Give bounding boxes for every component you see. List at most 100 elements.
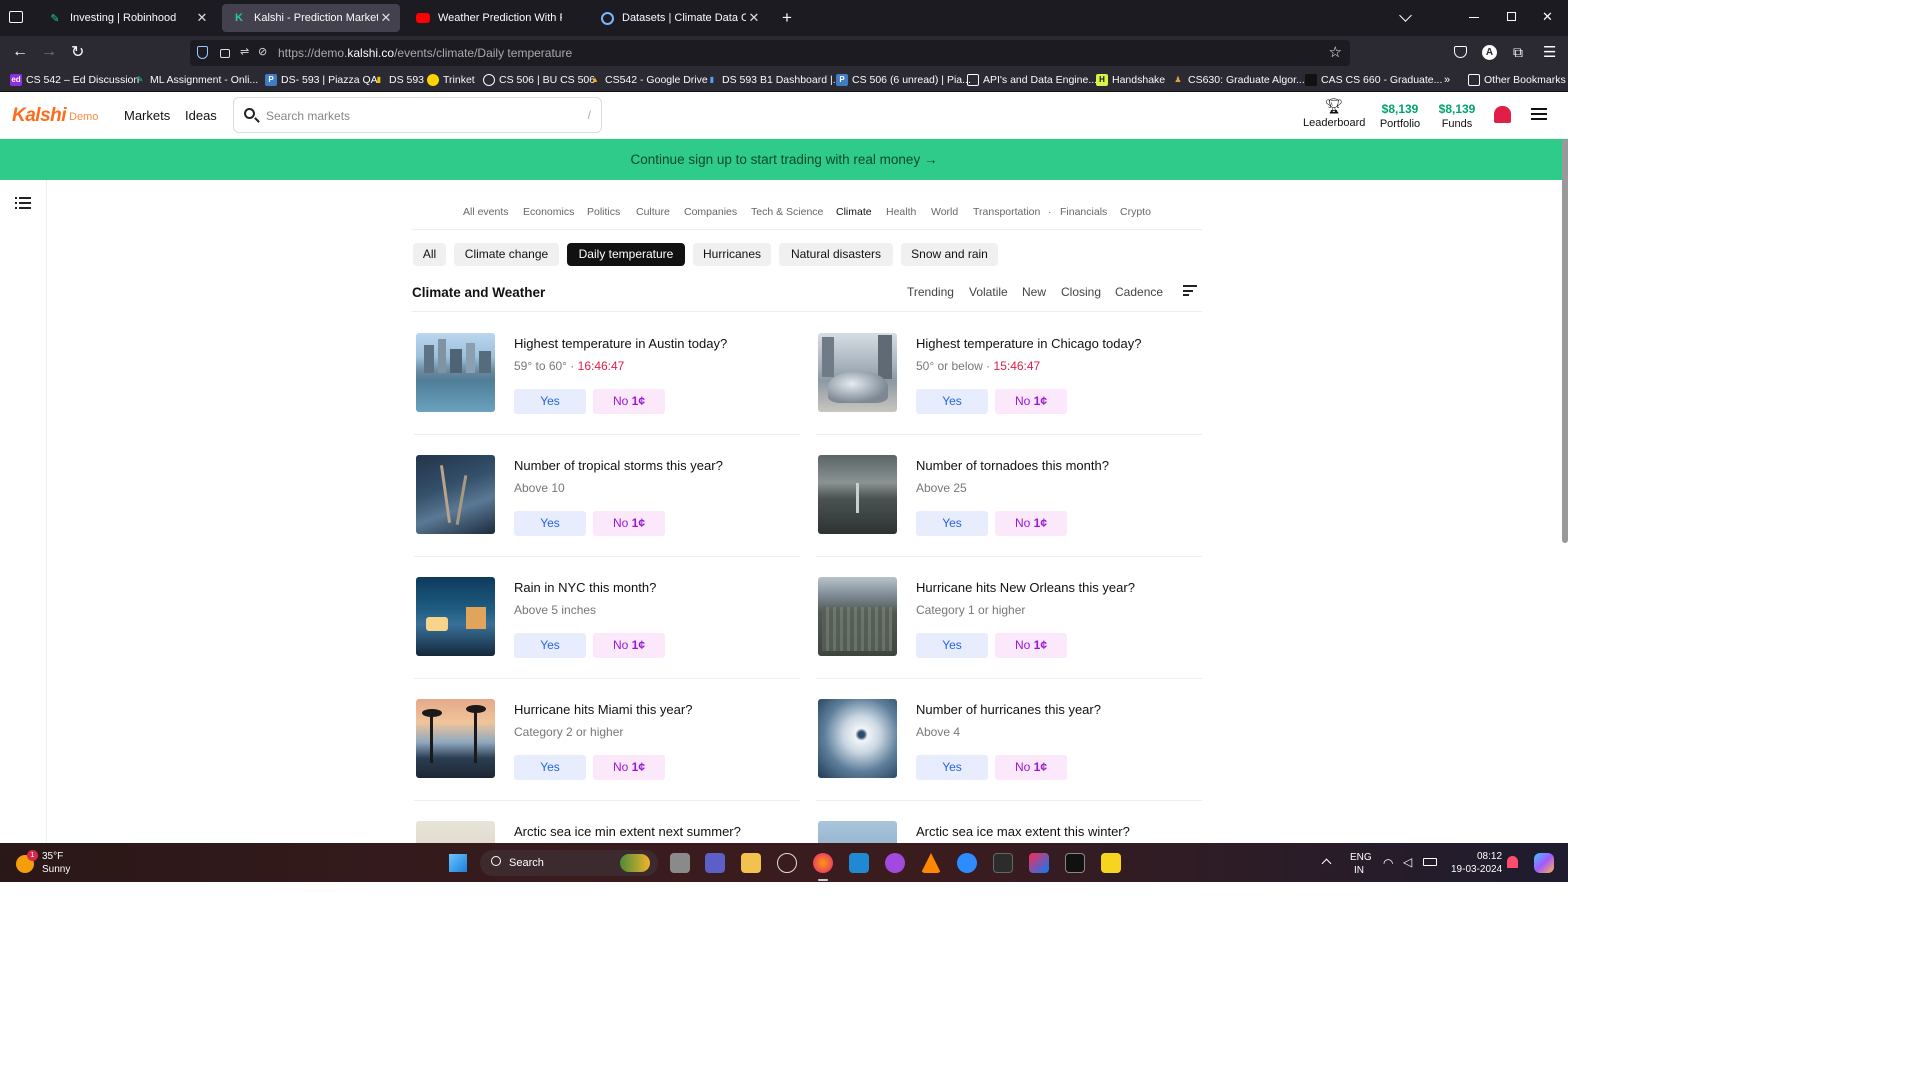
subcategory-daily-temperature[interactable]: Daily temperature [567,243,685,266]
category-politics[interactable]: Politics [587,206,620,218]
subcategory-snow-and-rain[interactable]: Snow and rain [901,243,998,266]
dell-icon[interactable] [777,853,797,873]
market-title[interactable]: Highest temperature in Austin today? [514,336,727,351]
subcategory-all[interactable]: All [413,243,446,266]
yes-button[interactable]: Yes [916,389,988,414]
no-button[interactable]: No 1¢ [995,755,1067,780]
market-card[interactable]: Hurricane hits New Orleans this year? Ca… [816,577,1203,681]
market-title[interactable]: Hurricane hits New Orleans this year? [916,580,1135,595]
more-bookmarks-chevron-icon[interactable]: » [1444,74,1450,86]
sort-new[interactable]: New [1022,285,1046,299]
battery-icon[interactable] [1423,858,1437,866]
market-card[interactable]: Hurricane hits Miami this year? Category… [414,699,801,803]
sort-closing[interactable]: Closing [1061,285,1101,299]
back-arrow-icon[interactable]: ← [12,43,28,61]
show-hidden-icons-chevron-icon[interactable] [1321,858,1332,869]
yes-button[interactable]: Yes [514,511,586,536]
no-button[interactable]: No 1¢ [995,389,1067,414]
copilot-icon[interactable] [885,853,905,873]
tab-climate-data[interactable]: Datasets | Climate Data Online | ✕ [590,4,768,32]
leaderboard-link[interactable]: 🏆︎ Leaderboard [1303,99,1365,130]
address-bar[interactable]: ⇌ ⊘ https://demo.kalshi.co/events/climat… [190,40,1350,66]
category-crypto[interactable]: Crypto [1120,206,1151,218]
market-title[interactable]: Hurricane hits Miami this year? [514,702,692,717]
category-economics[interactable]: Economics [523,206,574,218]
no-button[interactable]: No 1¢ [593,755,665,780]
no-button[interactable]: No 1¢ [593,633,665,658]
bookmark-item[interactable]: ✎ ML Assignment - Onli... [134,74,259,86]
volume-icon[interactable]: ◁ [1403,855,1412,869]
minimize-window-icon[interactable] [1469,17,1479,18]
vlc-icon[interactable] [921,853,941,873]
task-view-icon[interactable] [670,853,690,873]
sort-cadence[interactable]: Cadence [1115,285,1163,299]
subcategory-hurricanes[interactable]: Hurricanes [693,243,771,266]
copilot-tray-icon[interactable] [1534,853,1554,873]
extensions-icon[interactable]: ⧉ [1513,44,1523,61]
clock-time[interactable]: 08:12 [1477,851,1502,862]
close-tab-icon[interactable]: ✕ [194,10,210,26]
reload-icon[interactable]: ↻ [71,42,84,62]
yes-button[interactable]: Yes [514,633,586,658]
sort-volatile[interactable]: Volatile [969,285,1008,299]
permissions-icon[interactable]: ⇌ [240,45,249,58]
lock-icon[interactable] [220,49,230,58]
bookmark-item[interactable]: ▲ CS542 - Google Drive [589,74,708,86]
sort-filter-icon[interactable] [1183,285,1197,296]
pocket-icon[interactable] [1454,46,1467,58]
bookmark-item[interactable]: Trinket [427,74,475,86]
other-bookmarks-folder[interactable]: Other Bookmarks [1468,74,1566,86]
new-tab-button[interactable]: + [782,8,792,28]
tab-overview-icon[interactable] [9,11,23,23]
hamburger-menu-icon[interactable] [1531,108,1547,120]
market-title[interactable]: Highest temperature in Chicago today? [916,336,1141,351]
bookmark-item[interactable]: ▮ DS 593 [373,74,424,86]
tracking-protection-shield-icon[interactable] [197,46,208,59]
category-companies[interactable]: Companies [684,206,737,218]
no-button[interactable]: No 1¢ [995,511,1067,536]
market-card[interactable]: Rain in NYC this month? Above 5 inches Y… [414,577,801,681]
terminal-icon[interactable] [993,853,1013,873]
app-menu-icon[interactable]: ☰ [1543,43,1556,61]
category-financials[interactable]: Financials [1060,206,1107,218]
market-card[interactable]: Arctic sea ice max extent this winter? [818,821,1203,843]
market-title[interactable]: Rain in NYC this month? [514,580,656,595]
no-button[interactable]: No 1¢ [593,511,665,536]
teams-icon[interactable] [705,853,725,873]
search-input[interactable]: Search markets [266,109,350,123]
market-card[interactable]: Number of tornadoes this month? Above 25… [816,455,1203,559]
tab-youtube[interactable]: Weather Prediction With Pytho [406,4,584,32]
bookmark-item[interactable]: P DS- 593 | Piazza QA [265,74,378,86]
notifications-bell-icon[interactable] [1507,856,1518,868]
yes-button[interactable]: Yes [916,633,988,658]
notification-bell-icon[interactable] [1494,106,1511,123]
zoom-icon[interactable] [957,853,977,873]
no-button[interactable]: No 1¢ [995,633,1067,658]
tracker-blocked-icon[interactable]: ⊘ [258,45,267,58]
category-transportation[interactable]: Transportation [973,206,1040,218]
yes-button[interactable]: Yes [514,389,586,414]
bookmark-item[interactable]: H Handshake [1096,74,1165,86]
category-world[interactable]: World [931,206,958,218]
intellij-icon[interactable] [1029,853,1049,873]
market-card[interactable]: Number of tropical storms this year? Abo… [414,455,801,559]
market-title[interactable]: Arctic sea ice min extent next summer? [514,824,741,839]
page-scrollbar[interactable] [1562,139,1568,543]
category-all-events[interactable]: All events [463,206,509,218]
yes-button[interactable]: Yes [514,755,586,780]
market-title[interactable]: Number of tornadoes this month? [916,458,1109,473]
firefox-icon[interactable] [813,853,833,873]
file-explorer-icon[interactable] [741,853,761,873]
sidebar-list-icon[interactable] [15,197,31,209]
nav-markets[interactable]: Markets [124,108,170,123]
close-tab-icon[interactable]: ✕ [746,10,762,26]
taskbar-search-box[interactable]: Search [480,850,658,876]
signup-banner[interactable]: Continue sign up to start trading with r… [0,139,1568,180]
wifi-icon[interactable]: ◠ [1383,856,1393,870]
bookmark-item[interactable]: CAS CS 660 - Graduate... [1305,74,1442,86]
account-avatar-icon[interactable]: A [1482,45,1497,60]
search-box[interactable]: Search markets / [233,97,602,133]
bookmark-item[interactable]: ed CS 542 – Ed Discussion [10,74,139,86]
bookmark-item[interactable]: ♟ CS630: Graduate Algor... [1172,74,1304,86]
market-title[interactable]: Arctic sea ice max extent this winter? [916,824,1130,839]
